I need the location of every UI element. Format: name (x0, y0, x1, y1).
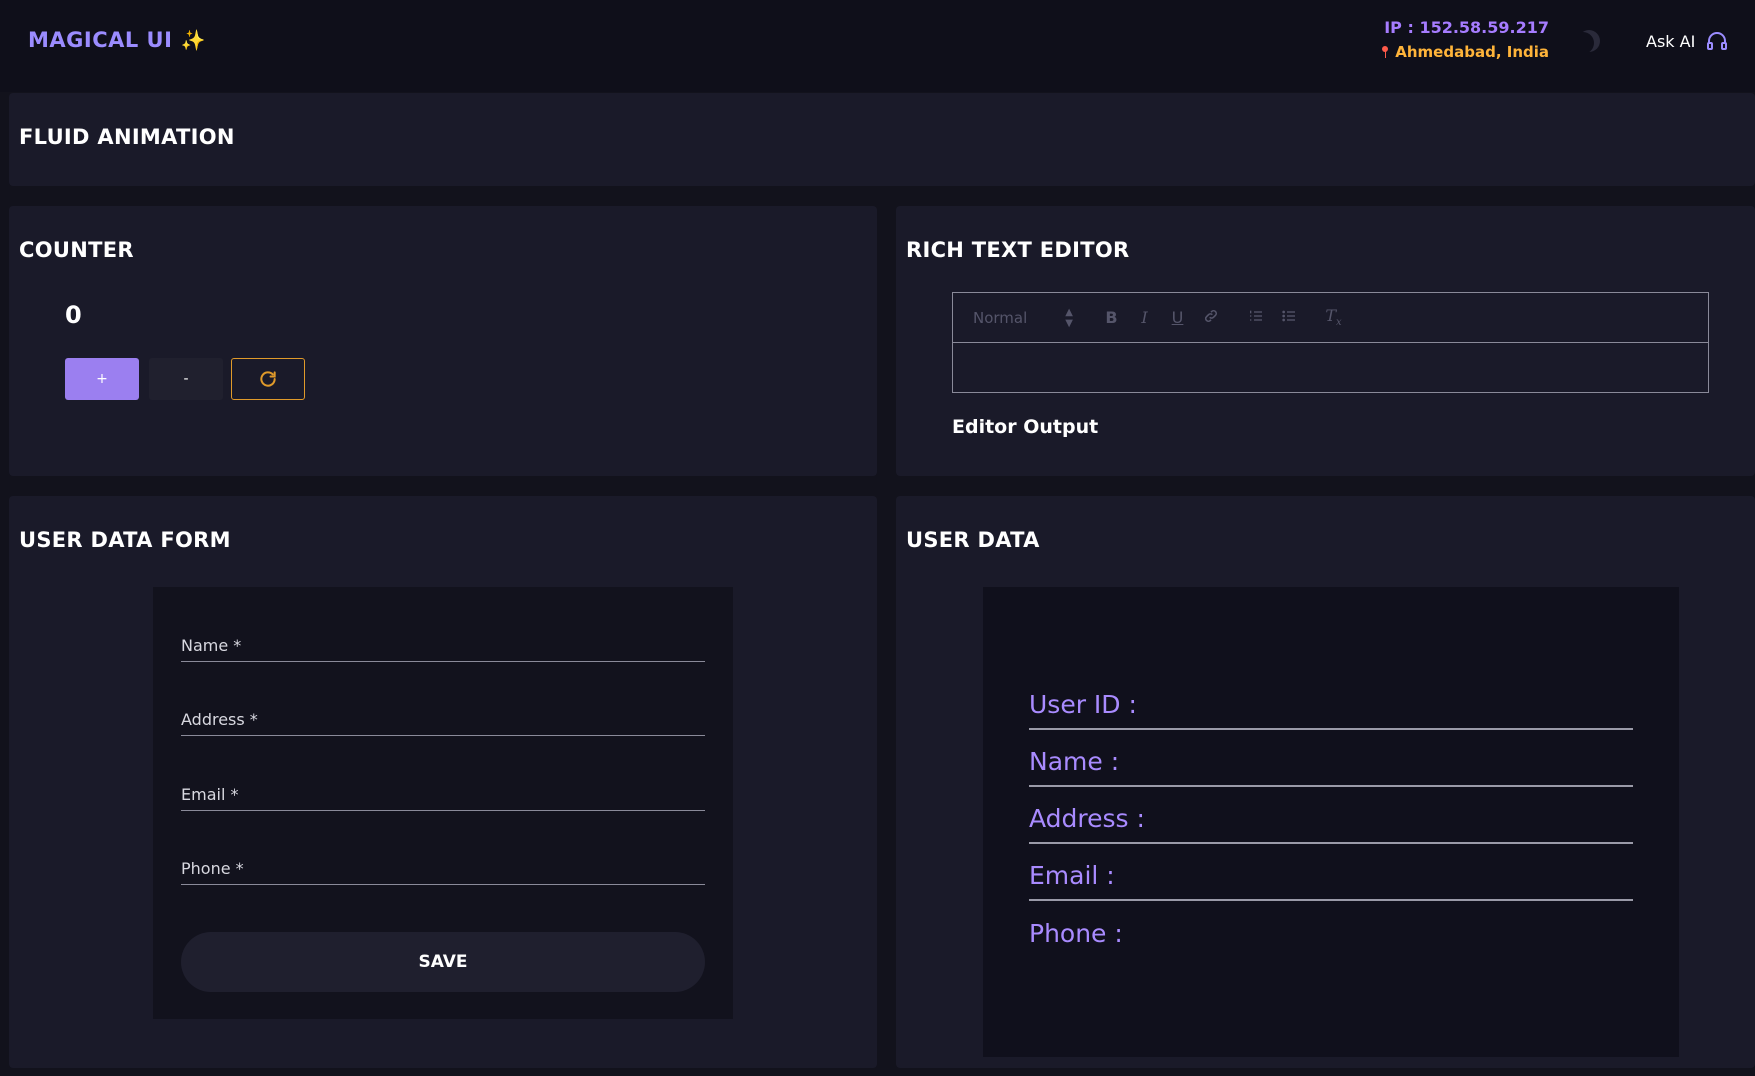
user-data-title: USER DATA (906, 528, 1040, 552)
refresh-icon (260, 371, 276, 387)
rich-text-editor: Normal ▲ ▼ B I U Tx (952, 292, 1709, 393)
bold-icon[interactable]: B (1095, 308, 1128, 327)
top-navbar: MAGICAL UI ✨ IP : 152.58.59.217 Ahmedaba… (0, 0, 1755, 92)
bullet-list-icon[interactable] (1272, 308, 1305, 328)
name-field[interactable]: Name * (181, 632, 705, 662)
ip-address: IP : 152.58.59.217 (1384, 18, 1549, 37)
user-data-form-title: USER DATA FORM (19, 528, 231, 552)
italic-icon[interactable]: I (1128, 308, 1161, 327)
fluid-animation-card: FLUID ANIMATION (9, 93, 1755, 186)
fluid-animation-title: FLUID ANIMATION (19, 125, 235, 149)
increment-label: + (96, 371, 108, 387)
ip-location-info: IP : 152.58.59.217 Ahmedabad, India (1381, 18, 1549, 61)
theme-toggle-moon-icon[interactable] (1578, 30, 1600, 52)
decrement-label: - (183, 371, 189, 387)
sparkles-icon: ✨ (180, 28, 206, 52)
email-field[interactable]: Email * (181, 781, 705, 811)
logo[interactable]: MAGICAL UI ✨ (28, 28, 206, 52)
user-data-form-card: USER DATA FORM Name * Address * Email * … (9, 496, 877, 1068)
ask-ai-button[interactable]: Ask AI (1646, 29, 1729, 53)
ordered-list-icon[interactable] (1239, 308, 1272, 328)
headset-icon (1707, 32, 1728, 50)
phone-field[interactable]: Phone * (181, 855, 705, 885)
rich-text-editor-title: RICH TEXT EDITOR (906, 238, 1130, 262)
reset-button[interactable] (231, 358, 305, 400)
counter-value: 0 (65, 301, 82, 329)
address-field[interactable]: Address * (181, 706, 705, 736)
select-arrows-icon: ▲ ▼ (1065, 306, 1073, 329)
editor-output-label: Editor Output (952, 416, 1099, 438)
increment-button[interactable]: + (65, 358, 139, 400)
user-data-card: USER DATA User ID : Name : Address : Ema… (896, 496, 1755, 1068)
user-id-row: User ID : (1029, 690, 1633, 730)
user-phone-row: Phone : (1029, 919, 1123, 948)
name-field-label: Name * (181, 636, 242, 655)
format-select[interactable]: Normal ▲ ▼ (973, 307, 1073, 329)
logo-text: MAGICAL UI (28, 28, 173, 52)
counter-card: COUNTER 0 + - (9, 206, 877, 476)
user-email-row: Email : (1029, 861, 1633, 901)
email-field-label: Email * (181, 785, 239, 804)
editor-toolbar: Normal ▲ ▼ B I U Tx (953, 293, 1708, 343)
ask-ai-label: Ask AI (1646, 31, 1696, 51)
underline-icon[interactable]: U (1161, 308, 1194, 327)
location-pin-icon (1381, 46, 1389, 58)
clear-format-icon[interactable]: Tx (1317, 306, 1350, 328)
address-field-label: Address * (181, 710, 258, 729)
editor-input-area[interactable] (953, 343, 1708, 393)
location: Ahmedabad, India (1381, 43, 1549, 61)
user-address-row: Address : (1029, 804, 1633, 844)
counter-title: COUNTER (19, 238, 134, 262)
format-select-value: Normal (973, 308, 1028, 327)
link-icon[interactable] (1194, 308, 1227, 328)
decrement-button[interactable]: - (149, 358, 223, 400)
user-data-display: User ID : Name : Address : Email : Phone… (983, 587, 1679, 1057)
user-name-row: Name : (1029, 747, 1633, 787)
rich-text-editor-card: RICH TEXT EDITOR Normal ▲ ▼ B I U Tx Edit… (896, 206, 1755, 476)
location-text: Ahmedabad, India (1395, 43, 1549, 61)
phone-field-label: Phone * (181, 859, 244, 878)
save-button[interactable]: SAVE (181, 932, 705, 992)
user-form: Name * Address * Email * Phone * SAVE (153, 587, 733, 1019)
